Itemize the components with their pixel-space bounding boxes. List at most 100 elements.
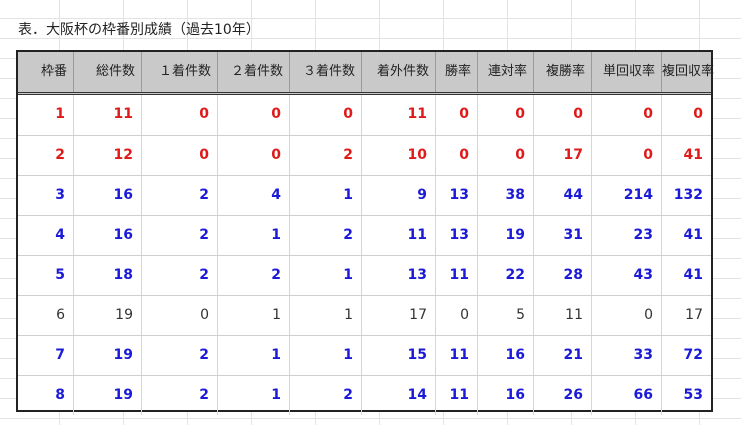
cell-win-rate[interactable]: 13 <box>436 176 478 215</box>
header-rentai-rate[interactable]: 連対率 <box>478 52 534 92</box>
cell-fukusho-rate[interactable]: 26 <box>534 376 592 415</box>
cell-out[interactable]: 11 <box>362 95 436 135</box>
cell-tan-return[interactable]: 66 <box>592 376 662 415</box>
cell-fukusho-rate[interactable]: 31 <box>534 216 592 255</box>
header-third[interactable]: ３着件数 <box>290 52 362 92</box>
cell-rentai-rate[interactable]: 16 <box>478 376 534 415</box>
cell-second[interactable]: 1 <box>218 216 290 255</box>
cell-out[interactable]: 9 <box>362 176 436 215</box>
cell-rentai-rate[interactable]: 0 <box>478 136 534 175</box>
cell-third[interactable]: 2 <box>290 136 362 175</box>
cell-fukusho-rate[interactable]: 0 <box>534 95 592 135</box>
cell-waku[interactable]: 7 <box>18 336 74 375</box>
cell-tan-return[interactable]: 43 <box>592 256 662 295</box>
cell-win-rate[interactable]: 0 <box>436 136 478 175</box>
cell-win-rate[interactable]: 0 <box>436 95 478 135</box>
cell-tan-return[interactable]: 23 <box>592 216 662 255</box>
cell-tan-return[interactable]: 0 <box>592 95 662 135</box>
cell-out[interactable]: 11 <box>362 216 436 255</box>
cell-rentai-rate[interactable]: 16 <box>478 336 534 375</box>
cell-second[interactable]: 0 <box>218 95 290 135</box>
header-total[interactable]: 総件数 <box>74 52 142 92</box>
cell-waku[interactable]: 1 <box>18 95 74 135</box>
cell-second[interactable]: 1 <box>218 336 290 375</box>
cell-second[interactable]: 2 <box>218 256 290 295</box>
cell-fuku-return[interactable]: 17 <box>662 296 711 335</box>
cell-win-rate[interactable]: 11 <box>436 256 478 295</box>
cell-first[interactable]: 2 <box>142 256 218 295</box>
cell-third[interactable]: 1 <box>290 336 362 375</box>
cell-rentai-rate[interactable]: 22 <box>478 256 534 295</box>
cell-third[interactable]: 2 <box>290 216 362 255</box>
cell-third[interactable]: 1 <box>290 176 362 215</box>
cell-tan-return[interactable]: 214 <box>592 176 662 215</box>
cell-fuku-return[interactable]: 0 <box>662 95 711 135</box>
header-first[interactable]: １着件数 <box>142 52 218 92</box>
cell-win-rate[interactable]: 11 <box>436 376 478 415</box>
header-tan-return[interactable]: 単回収率 <box>592 52 662 92</box>
cell-third[interactable]: 0 <box>290 95 362 135</box>
cell-fuku-return[interactable]: 132 <box>662 176 711 215</box>
header-fukusho-rate[interactable]: 複勝率 <box>534 52 592 92</box>
cell-first[interactable]: 0 <box>142 136 218 175</box>
waku-results-table: 枠番 総件数 １着件数 ２着件数 ３着件数 着外件数 勝率 連対率 複勝率 単回… <box>16 50 714 415</box>
cell-total[interactable]: 11 <box>74 95 142 135</box>
header-waku[interactable]: 枠番 <box>18 52 74 92</box>
cell-total[interactable]: 19 <box>74 296 142 335</box>
cell-rentai-rate[interactable]: 19 <box>478 216 534 255</box>
cell-out[interactable]: 17 <box>362 296 436 335</box>
cell-first[interactable]: 0 <box>142 296 218 335</box>
cell-waku[interactable]: 5 <box>18 256 74 295</box>
cell-total[interactable]: 19 <box>74 376 142 415</box>
cell-second[interactable]: 1 <box>218 376 290 415</box>
cell-second[interactable]: 4 <box>218 176 290 215</box>
cell-total[interactable]: 19 <box>74 336 142 375</box>
cell-win-rate[interactable]: 11 <box>436 336 478 375</box>
cell-fukusho-rate[interactable]: 28 <box>534 256 592 295</box>
cell-win-rate[interactable]: 13 <box>436 216 478 255</box>
cell-fuku-return[interactable]: 41 <box>662 136 711 175</box>
cell-second[interactable]: 1 <box>218 296 290 335</box>
cell-rentai-rate[interactable]: 5 <box>478 296 534 335</box>
cell-out[interactable]: 15 <box>362 336 436 375</box>
cell-total[interactable]: 16 <box>74 216 142 255</box>
cell-first[interactable]: 2 <box>142 376 218 415</box>
header-second[interactable]: ２着件数 <box>218 52 290 92</box>
cell-waku[interactable]: 4 <box>18 216 74 255</box>
cell-fukusho-rate[interactable]: 11 <box>534 296 592 335</box>
header-out[interactable]: 着外件数 <box>362 52 436 92</box>
cell-second[interactable]: 0 <box>218 136 290 175</box>
cell-waku[interactable]: 3 <box>18 176 74 215</box>
cell-fukusho-rate[interactable]: 17 <box>534 136 592 175</box>
header-win-rate[interactable]: 勝率 <box>436 52 478 92</box>
cell-fuku-return[interactable]: 41 <box>662 216 711 255</box>
cell-fukusho-rate[interactable]: 44 <box>534 176 592 215</box>
cell-first[interactable]: 2 <box>142 176 218 215</box>
cell-fukusho-rate[interactable]: 21 <box>534 336 592 375</box>
cell-first[interactable]: 2 <box>142 336 218 375</box>
cell-total[interactable]: 16 <box>74 176 142 215</box>
cell-third[interactable]: 1 <box>290 296 362 335</box>
cell-waku[interactable]: 8 <box>18 376 74 415</box>
cell-rentai-rate[interactable]: 0 <box>478 95 534 135</box>
cell-fuku-return[interactable]: 72 <box>662 336 711 375</box>
cell-first[interactable]: 0 <box>142 95 218 135</box>
cell-waku[interactable]: 6 <box>18 296 74 335</box>
cell-win-rate[interactable]: 0 <box>436 296 478 335</box>
cell-out[interactable]: 14 <box>362 376 436 415</box>
cell-third[interactable]: 1 <box>290 256 362 295</box>
header-fuku-return[interactable]: 複回収率 <box>662 52 714 92</box>
cell-waku[interactable]: 2 <box>18 136 74 175</box>
cell-tan-return[interactable]: 0 <box>592 136 662 175</box>
cell-out[interactable]: 10 <box>362 136 436 175</box>
cell-fuku-return[interactable]: 53 <box>662 376 711 415</box>
cell-tan-return[interactable]: 0 <box>592 296 662 335</box>
cell-third[interactable]: 2 <box>290 376 362 415</box>
cell-total[interactable]: 18 <box>74 256 142 295</box>
cell-tan-return[interactable]: 33 <box>592 336 662 375</box>
cell-total[interactable]: 12 <box>74 136 142 175</box>
cell-fuku-return[interactable]: 41 <box>662 256 711 295</box>
cell-first[interactable]: 2 <box>142 216 218 255</box>
cell-out[interactable]: 13 <box>362 256 436 295</box>
cell-rentai-rate[interactable]: 38 <box>478 176 534 215</box>
